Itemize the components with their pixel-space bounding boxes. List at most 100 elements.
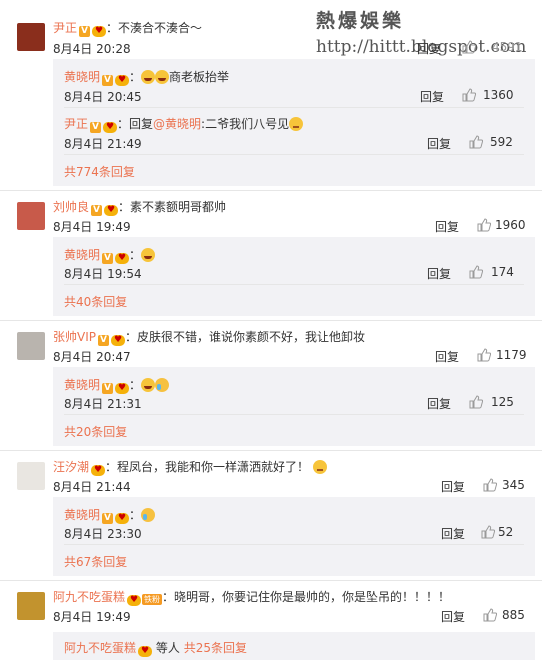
like-count: 52 [498,525,514,539]
avatar[interactable] [17,23,45,51]
reply-line: 黄晓明 V ♥：商老板抬举 [64,70,230,86]
mention-link[interactable]: @黄晓明 [153,117,201,131]
comment-line: 阿九不吃蛋糕 ♥ 铁粉 ：晓明哥，你要记住你是最帅的，你是坠吊的！！！！ [53,588,450,606]
like-count: 345 [502,478,525,492]
reply-button[interactable]: 回复 [417,40,441,57]
shy-emoji-icon [289,117,304,131]
divider [64,414,524,415]
reply-panel: 黄晓明 V ♥：商老板抬举 8月4日 20:45 回复 1360 尹正 V ♥ ：回复@黄… [53,59,535,186]
reply-panel: 黄晓明 V ♥： 8月4日 19:54 回复 174 共40条回复 [53,237,535,316]
thread-divider [0,190,542,191]
divider [64,154,524,155]
username[interactable]: 张帅VIP [53,330,96,344]
more-replies-link[interactable]: 共40条回复 [64,293,127,310]
like-count: 4591 [492,40,523,54]
reply-text: ： [129,248,142,262]
like-icon[interactable] [483,478,497,492]
comment-text: ：程凤台，我能和你一样潇洒就好了！ [105,460,310,474]
reply-panel: 黄晓明 V ♥： 8月4日 21:31 回复 125 共20条回复 [53,367,535,446]
comment-line: 张帅VIP V ♥ ：皮肤很不错，谁说你素颜不好，我让他卸妆 [53,328,365,346]
username[interactable]: 黄晓明 [64,248,100,262]
member-heart-icon: ♥ [115,513,130,524]
like-count: 125 [491,395,514,409]
reply-date: 8月4日 19:54 [64,267,142,281]
thread-divider [0,580,542,581]
like-count: 1960 [495,218,526,232]
verified-icon: V [79,26,91,37]
comment-date: 8月4日 20:47 [53,350,131,364]
more-replies-link[interactable]: 共67条回复 [64,553,127,570]
like-icon[interactable] [469,135,483,149]
more-replies-link[interactable]: 共25条回复 [184,641,247,655]
like-icon[interactable] [477,218,491,232]
like-icon[interactable] [483,608,497,622]
avatar[interactable] [17,462,45,490]
member-heart-icon: ♥ [111,335,125,346]
like-icon[interactable] [462,40,476,54]
username[interactable]: 汪汐潮 [53,460,89,474]
username[interactable]: 黄晓明 [64,70,100,84]
reply-button[interactable]: 回复 [441,478,465,495]
comment-text: ：不湊合不湊合～ [106,21,203,35]
username[interactable]: 黄晓明 [64,508,100,522]
like-count: 592 [490,135,513,149]
reply-line: 尹正 V ♥ ：回复@黄晓明:二爷我们八号见 [64,115,304,133]
member-heart-icon: ♥ [115,383,130,394]
verified-icon: V [91,205,103,216]
username[interactable]: 尹正 [53,21,77,35]
laugh-emoji-icon [141,70,156,84]
reply-text: ： [129,508,142,522]
like-icon[interactable] [481,525,495,539]
member-heart-icon: ♥ [92,26,107,37]
verified-icon: V [98,335,109,346]
thread-divider [0,320,542,321]
verified-icon: V [102,383,114,394]
reply-text: :二爷我们八号见 [201,117,290,131]
username[interactable]: 黄晓明 [64,378,100,392]
watermark-title: 熱爆娛樂 [316,10,405,32]
like-icon[interactable] [462,88,476,102]
sly-emoji-icon [312,460,327,474]
reply-button[interactable]: 回复 [420,88,444,105]
more-replies-link[interactable]: 共20条回复 [64,423,127,440]
more-replies-link[interactable]: 共774条回复 [64,163,135,180]
avatar[interactable] [17,332,45,360]
verified-icon: V [90,122,102,133]
reply-button[interactable]: 回复 [435,218,459,235]
laugh-emoji-icon [155,70,170,84]
comment-date: 8月4日 19:49 [53,610,131,624]
username[interactable]: 刘帅良 [53,200,89,214]
reply-button[interactable]: 回复 [427,265,451,282]
like-icon[interactable] [469,265,483,279]
like-icon[interactable] [477,348,491,362]
reply-date: 8月4日 20:45 [64,90,142,104]
reply-date: 8月4日 21:31 [64,397,142,411]
like-icon[interactable] [469,395,483,409]
member-heart-icon: ♥ [103,122,118,133]
reply-button[interactable]: 回复 [427,395,451,412]
reply-summary: 阿九不吃蛋糕 ♥ 等人 共25条回复 [64,639,247,657]
avatar[interactable] [17,592,45,620]
like-count: 1179 [496,348,527,362]
username[interactable]: 阿九不吃蛋糕 [64,641,136,655]
reply-line: 黄晓明 V ♥： [64,376,170,394]
avatar[interactable] [17,202,45,230]
reply-button[interactable]: 回复 [427,135,451,152]
reply-button[interactable]: 回复 [441,608,465,625]
reply-button[interactable]: 回复 [441,525,465,542]
comment-date: 8月4日 19:49 [53,220,131,234]
username[interactable]: 阿九不吃蛋糕 [53,590,125,604]
comment-line: 汪汐潮 ♥ ：程凤台，我能和你一样潇洒就好了！ [53,458,327,476]
laugh-emoji-icon [141,248,156,262]
username[interactable]: 尹正 [64,117,88,131]
summary-text: 等人 [155,641,180,655]
reply-line: 黄晓明 V ♥： [64,506,156,524]
divider [64,284,524,285]
comment-line: 刘帅良 V ♥ ：素不素额明哥都帅 [53,198,226,216]
reply-text: 商老板抬举 [169,70,230,84]
member-heart-icon: ♥ [115,253,130,264]
verified-icon: V [102,253,114,264]
like-count: 885 [502,608,525,622]
comment-date: 8月4日 21:44 [53,480,131,494]
reply-button[interactable]: 回复 [435,348,459,365]
